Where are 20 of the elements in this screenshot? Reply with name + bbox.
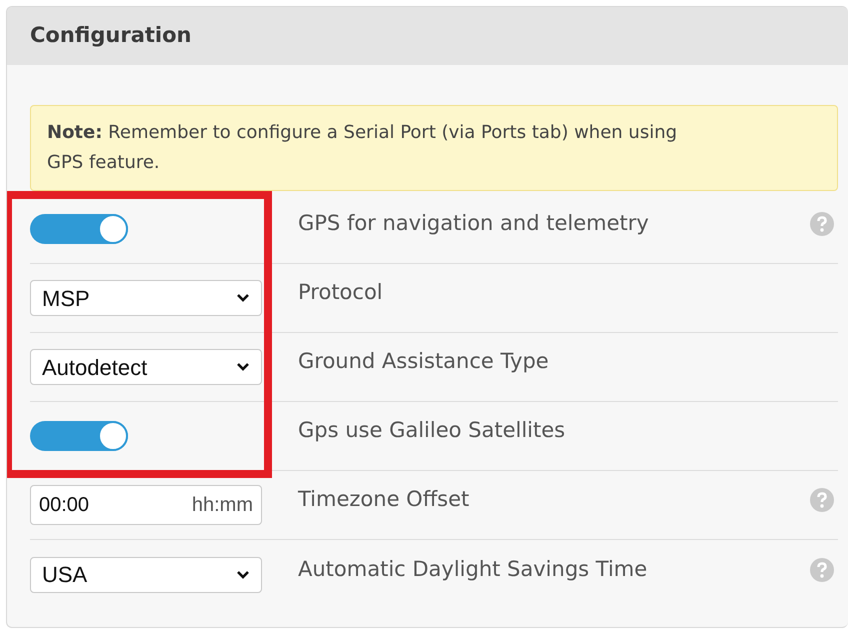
setting-label: Timezone Offset [298,486,470,514]
chevron-down-icon [236,570,250,580]
help-icon[interactable] [810,212,834,236]
help-icon[interactable] [810,488,834,512]
chevron-down-icon [236,362,250,372]
setting-label: Ground Assistance Type [298,348,549,376]
chevron-down-icon [236,293,250,303]
dropdown[interactable]: MSP [30,280,262,316]
setting-label: GPS for navigation and telemetry [298,210,649,238]
note-text: Note: Remember to configure a Serial Port (via Ports tab) when using GPS feature. [47,121,678,175]
time-input-field[interactable]: 00:00 hh:mm [30,485,262,525]
dropdown[interactable]: USA [30,556,262,592]
toggle-switch[interactable] [30,421,128,451]
dropdown[interactable]: Autodetect [30,349,262,385]
setting-label: Protocol [298,279,383,306]
panel-title: Configuration [30,22,192,50]
setting-label: Automatic Daylight Savings Time [298,556,648,583]
setting-label: Gps use Galileo Satellites [298,417,566,444]
toggle-switch[interactable] [30,214,128,244]
help-icon[interactable] [810,558,834,582]
